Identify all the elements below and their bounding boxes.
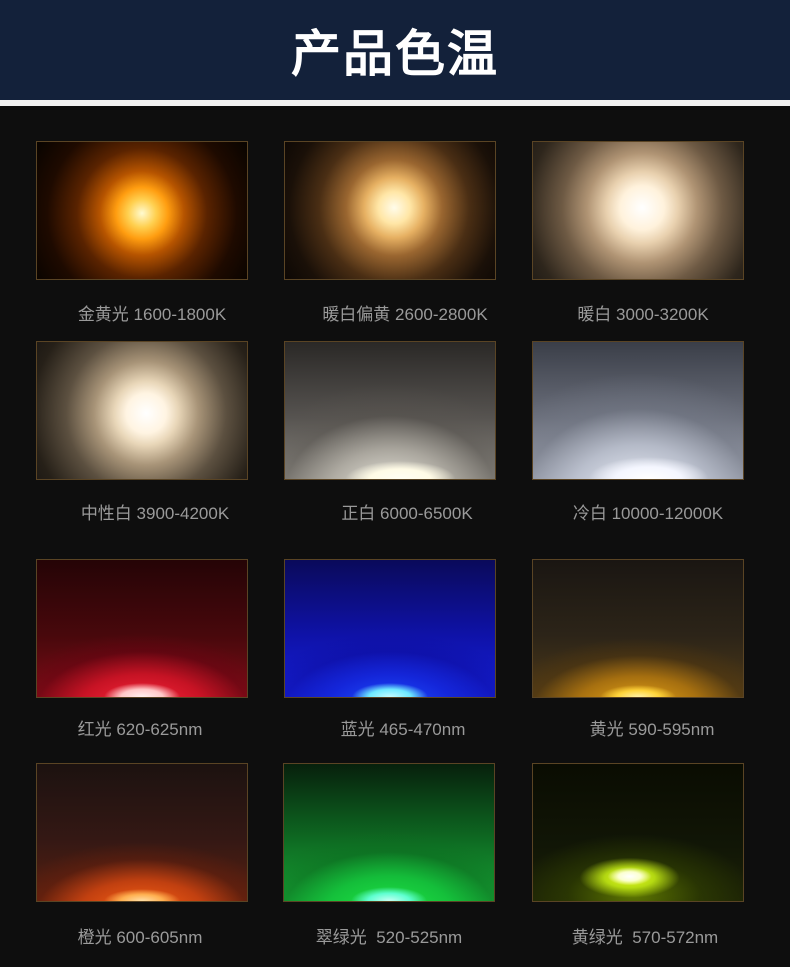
swatch-orange xyxy=(36,763,248,902)
swatch-warm-white-yellowish xyxy=(284,141,496,280)
swatch-label: 红光 620-625nm xyxy=(77,720,203,739)
swatch-label: 金黄光 1600-1800K xyxy=(77,305,227,324)
swatch-red xyxy=(36,559,248,698)
swatch-label: 翠绿光 520-525nm xyxy=(315,928,463,947)
swatch-golden-yellow xyxy=(36,141,248,280)
swatch-blue xyxy=(284,559,496,698)
swatch-pure-white xyxy=(284,341,496,480)
page-title: 产品色温 xyxy=(291,25,499,83)
swatch-label: 暖白偏黄 2600-2800K xyxy=(322,305,488,324)
swatch-emerald-green xyxy=(283,763,495,902)
page-header: 产品色温 xyxy=(0,0,790,100)
swatch-yellow xyxy=(532,559,744,698)
swatch-neutral-white xyxy=(36,341,248,480)
swatch-label: 蓝光 465-470nm xyxy=(340,720,466,739)
swatch-label: 暖白 3000-3200K xyxy=(577,305,709,324)
swatch-label: 橙光 600-605nm xyxy=(77,928,203,947)
swatch-cool-white xyxy=(532,341,744,480)
swatch-warm-white xyxy=(532,141,744,280)
swatch-yellow-green xyxy=(532,763,744,902)
swatch-label: 中性白 3900-4200K xyxy=(80,504,230,523)
swatch-label: 冷白 10000-12000K xyxy=(572,504,724,523)
swatch-label: 黄光 590-595nm xyxy=(589,720,715,739)
swatch-label: 黄绿光 570-572nm xyxy=(571,928,719,947)
swatch-label: 正白 6000-6500K xyxy=(341,504,473,523)
